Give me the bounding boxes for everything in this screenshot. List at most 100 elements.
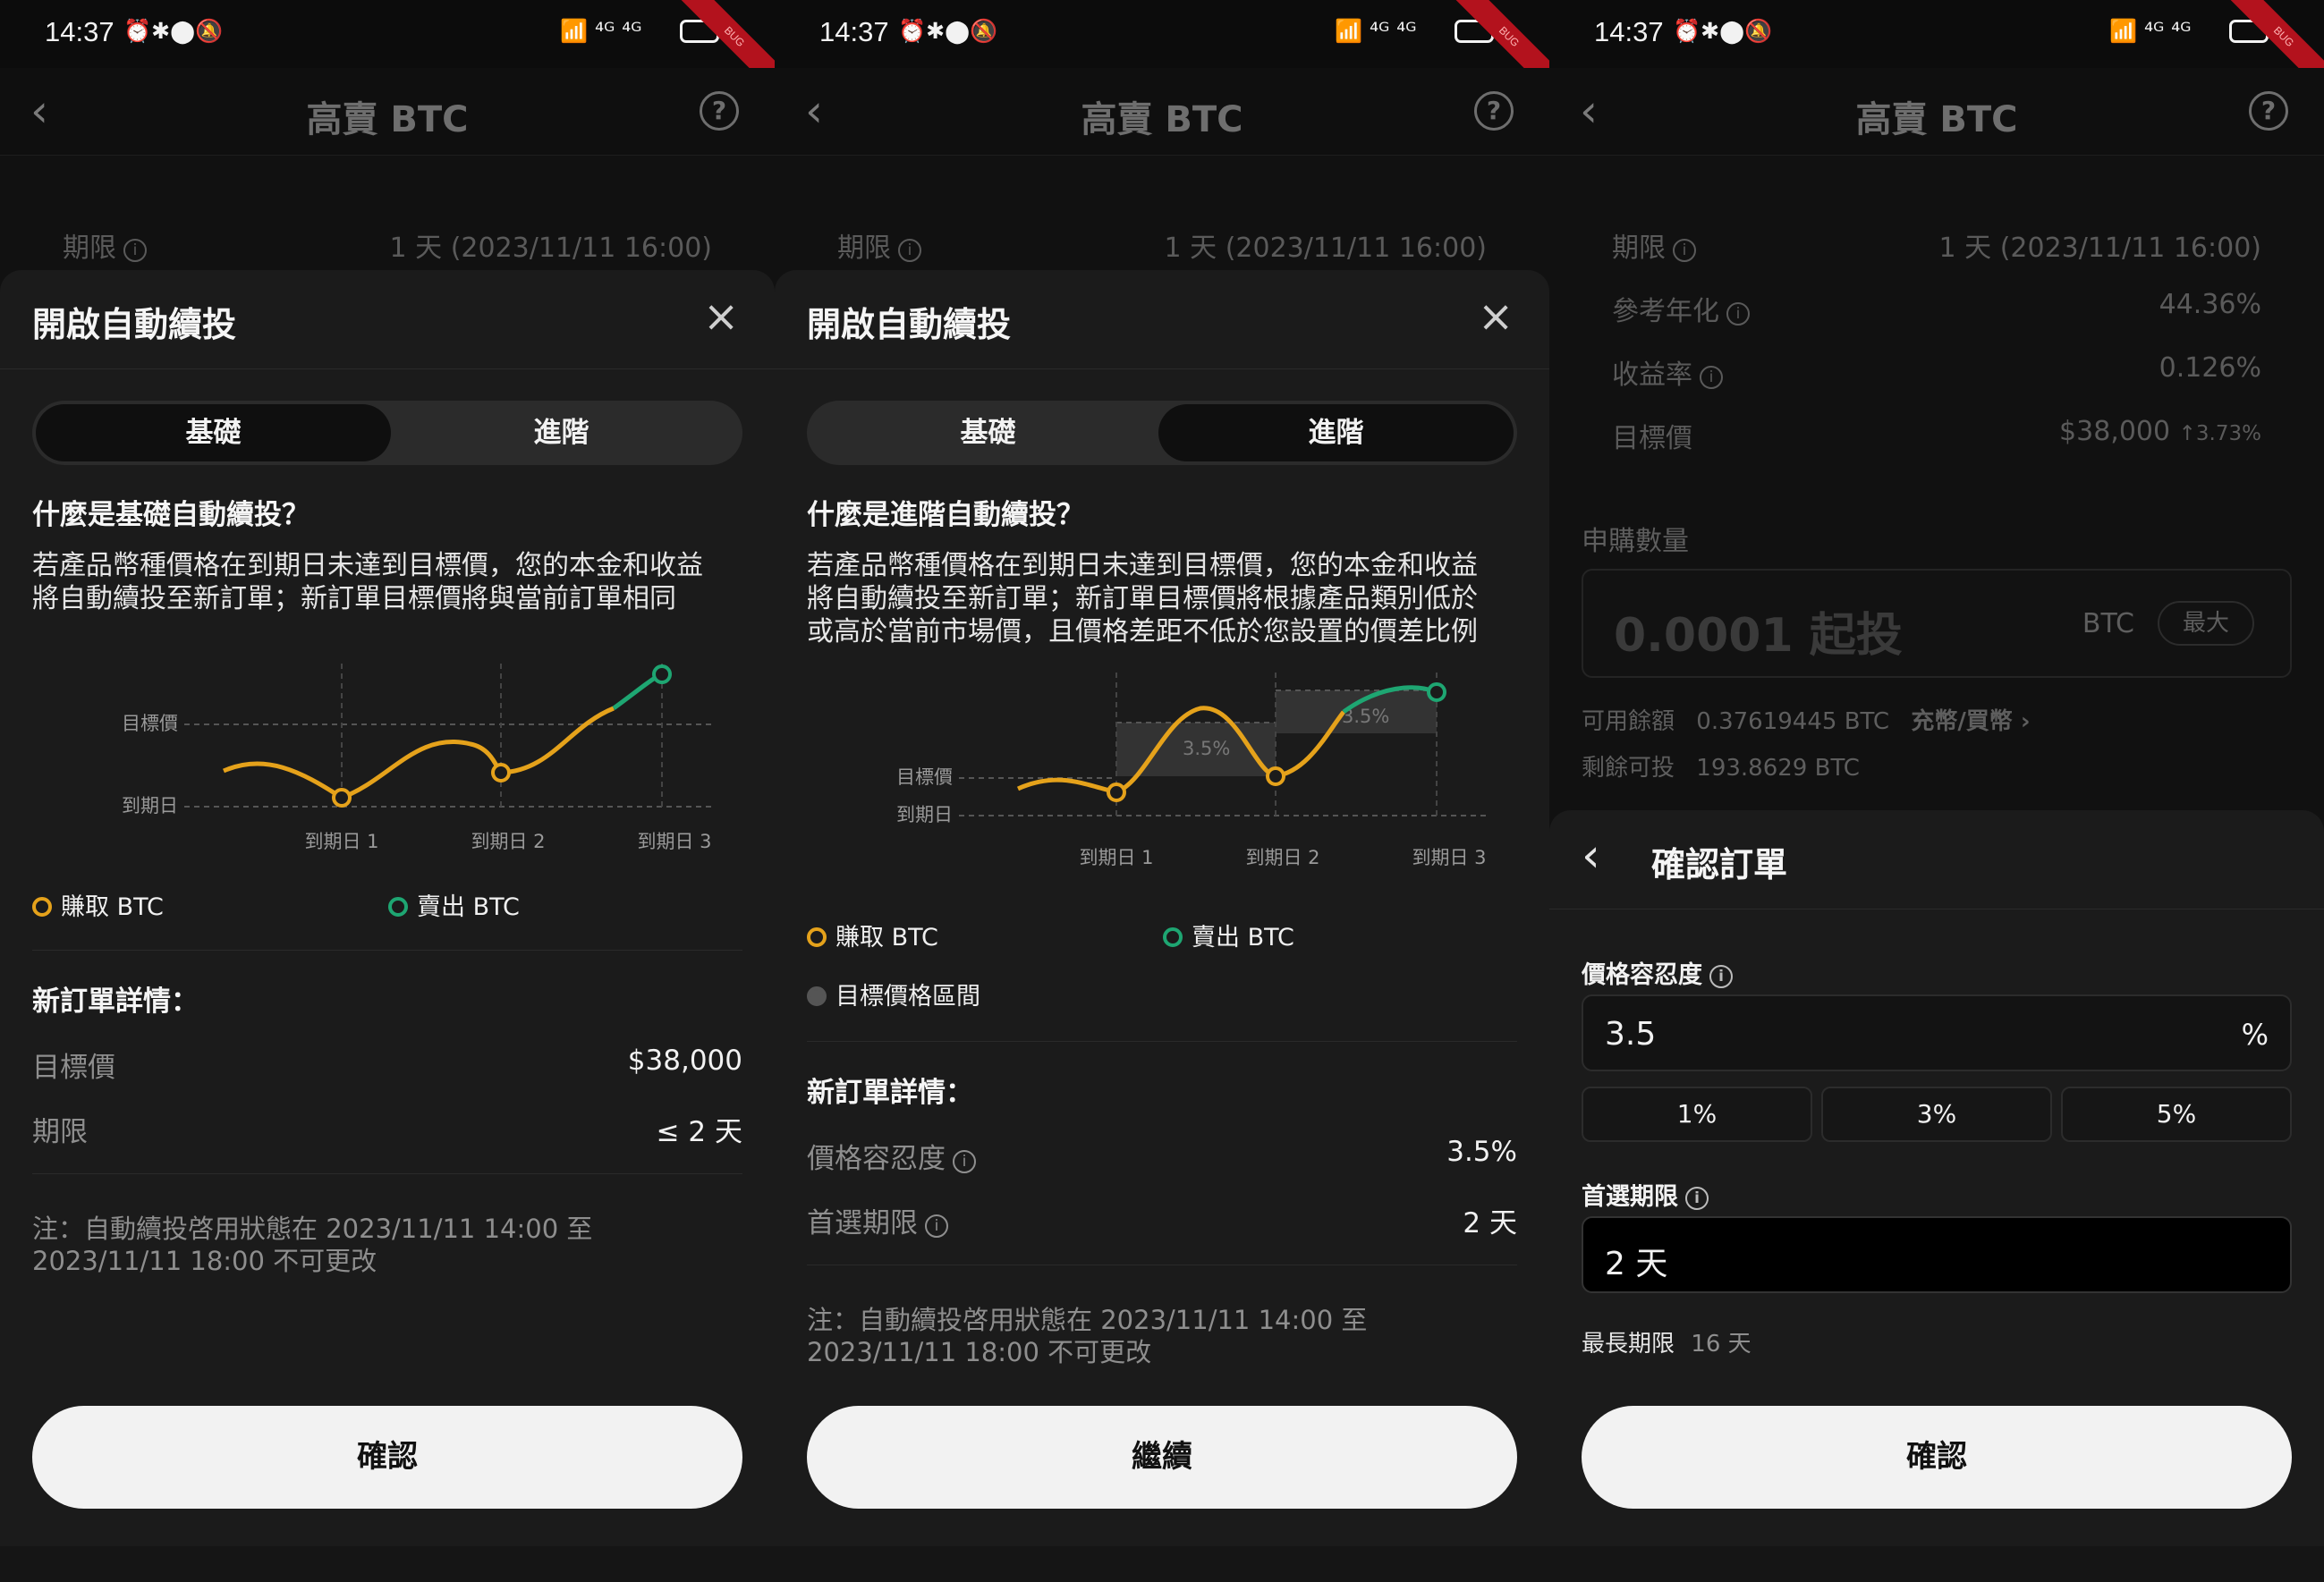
chip-5-percent[interactable]: 5% (2061, 1087, 2292, 1142)
bottom-sheet: 開啟自動續投 × 基礎 進階 什麼是基礎自動續投？ 若產品幣種價格在到期日未達到… (0, 270, 775, 1582)
detail-term-value: ≤ 2 天 (656, 1116, 742, 1148)
info-icon: i (898, 239, 921, 262)
detail-target-row: 目標價 $38,000 (32, 1039, 742, 1084)
sheet-title: 開啟自動續投 (32, 305, 237, 344)
top-bar: ‹ 高賣 BTC ? (775, 68, 1549, 156)
bg-yield-row: 收益率 i 0.126% (1612, 342, 2261, 395)
status-bar: 14:37 ⏰✱⬤🔕 📶 ⁴ᴳ ⁴ᴳ BUG (775, 0, 1549, 99)
earn-point (1107, 783, 1126, 802)
legend-earn: 賺取 BTC (32, 887, 164, 922)
explain-line-3: 或高於當前市場價，且價格差距不低於您設置的價差比例 (807, 616, 1478, 647)
close-icon[interactable]: × (1478, 295, 1514, 338)
confirm-button[interactable]: 確認 (32, 1406, 742, 1509)
status-left-icons: ⏰✱⬤🔕 (123, 18, 224, 44)
nav-gesture-bar (1549, 1546, 2324, 1582)
legend-sell: 賣出 BTC (388, 887, 520, 922)
earn-dot-icon (32, 897, 52, 917)
divider (775, 368, 1549, 369)
bg-amount-placeholder: 0.0001 起投 (1614, 609, 1903, 663)
info-icon[interactable]: i (925, 1214, 948, 1238)
note-text: 注：自動續投啓用狀態在 2023/11/11 14:00 至 2023/11/1… (807, 1304, 1517, 1368)
sell-dot-icon (1163, 927, 1183, 947)
chip-3-percent[interactable]: 3% (1821, 1087, 2052, 1142)
details-heading: 新訂單詳情： (807, 1077, 973, 1109)
divider (32, 950, 742, 951)
detail-term-label: 期限 (32, 1116, 88, 1148)
continue-button[interactable]: 繼續 (807, 1406, 1517, 1509)
status-signal-icons: 📶 ⁴ᴳ ⁴ᴳ (2109, 18, 2192, 44)
bg-apr-row: 參考年化 i 44.36% (1612, 278, 2261, 332)
bg-term-label: 期限 (63, 233, 116, 264)
divider (0, 368, 775, 369)
sell-dot-icon (388, 897, 408, 917)
help-icon[interactable]: ? (700, 91, 739, 131)
tolerance-input[interactable]: 3.5 % (1582, 994, 2292, 1071)
earn-dot-icon (807, 927, 827, 947)
tolerance-value: 3.5 (1605, 1016, 1657, 1053)
screen-confirm-order: 14:37 ⏰✱⬤🔕 📶 ⁴ᴳ ⁴ᴳ BUG ‹ 高賣 BTC ? 期限 i 1 … (1549, 0, 2324, 1582)
screen-advanced-auto-reinvest: 14:37 ⏰✱⬤🔕 📶 ⁴ᴳ ⁴ᴳ BUG ‹ 高賣 BTC ? 期限 i 1 … (775, 0, 1549, 1582)
info-icon[interactable]: i (1685, 1187, 1709, 1210)
top-bar: ‹ 高賣 BTC ? (0, 68, 775, 156)
explain-line-2: 將自動續投至新訂單；新訂單目標價將與當前訂單相同 (32, 583, 676, 614)
status-time: 14:37 (1594, 16, 1664, 47)
y-label-target: 目標價 (122, 713, 178, 734)
explain-heading: 什麼是基礎自動續投？ (32, 499, 310, 531)
bg-amount-unit: BTC (2082, 608, 2134, 639)
tab-basic[interactable]: 基礎 (810, 404, 1166, 461)
advanced-reinvest-chart: 3.5% 3.5% 目標價 到期日 到期日 1 到期日 2 到期日 3 (896, 673, 1487, 868)
note-line-1: 注：自動續投啓用狀態在 2023/11/11 14:00 至 (32, 1214, 593, 1244)
tab-basic[interactable]: 基礎 (36, 404, 391, 461)
help-icon[interactable]: ? (2249, 91, 2288, 131)
bg-available-row: 可用餘額 0.37619445 BTC 充幣/買幣 › (1582, 703, 2031, 736)
max-term-row: 最長期限 16 天 (1582, 1325, 1751, 1358)
bg-term-label: 期限 (1612, 233, 1666, 264)
bg-target-label: 目標價 (1612, 423, 1692, 454)
bg-remaining-row: 剩餘可投 193.8629 BTC (1582, 749, 1860, 783)
bg-target-value: $38,000 (2059, 416, 2171, 447)
earn-point (1266, 766, 1285, 786)
info-icon: i (1726, 302, 1750, 326)
chip-1-percent[interactable]: 1% (1582, 1087, 1812, 1142)
status-signal-icons: 📶 ⁴ᴳ ⁴ᴳ (560, 18, 642, 44)
y-label-expiry: 到期日 (896, 804, 953, 825)
legend-zone-label: 目標價格區間 (835, 983, 980, 1011)
x-label: 到期日 2 (1245, 847, 1319, 868)
pref-term-input[interactable]: 2 天 (1582, 1216, 2292, 1293)
bg-subscribe-label: 申購數量 (1582, 526, 1689, 557)
sheet-back-icon[interactable]: ‹ (1582, 833, 1600, 879)
y-label-target: 目標價 (896, 766, 953, 788)
status-bar: 14:37 ⏰✱⬤🔕 📶 ⁴ᴳ ⁴ᴳ BUG (0, 0, 775, 99)
bg-remaining-label: 剩餘可投 (1582, 755, 1675, 782)
detail-term-row: 期限 ≤ 2 天 (32, 1104, 742, 1148)
legend-sell: 賣出 BTC (1163, 918, 1294, 952)
bg-term-row: 期限 i 1 天 (2023/11/11 16:00) (1612, 215, 2261, 268)
x-label: 到期日 1 (304, 831, 378, 852)
detail-target-label: 目標價 (32, 1052, 115, 1084)
earn-curve (223, 706, 615, 800)
screen-basic-auto-reinvest: 14:37 ⏰✱⬤🔕 📶 ⁴ᴳ ⁴ᴳ BUG ‹ 高賣 BTC ? 期限 i 1 … (0, 0, 775, 1582)
info-icon[interactable]: i (1709, 965, 1733, 988)
sheet-title: 確認訂單 (1651, 845, 1788, 884)
bg-term-value: 1 天 (2023/11/11 16:00) (1164, 233, 1487, 264)
status-signal-icons: 📶 ⁴ᴳ ⁴ᴳ (1335, 18, 1417, 44)
earn-point (491, 763, 511, 783)
info-icon[interactable]: i (953, 1150, 976, 1173)
bg-term-value: 1 天 (2023/11/11 16:00) (389, 233, 712, 264)
close-icon[interactable]: × (703, 295, 739, 338)
tab-advanced[interactable]: 進階 (1158, 404, 1514, 461)
bg-available-value: 0.37619445 BTC (1696, 708, 1890, 735)
bg-yield-value: 0.126% (2159, 352, 2261, 384)
mode-toggle: 基礎 進階 (807, 401, 1517, 465)
bg-apr-value: 44.36% (2159, 289, 2261, 320)
help-icon[interactable]: ? (1474, 91, 1514, 131)
explain-heading: 什麼是進階自動續投？ (807, 499, 1084, 531)
confirm-button[interactable]: 確認 (1582, 1406, 2292, 1509)
tab-advanced[interactable]: 進階 (384, 404, 739, 461)
explain-line-2: 將自動續投至新訂單；新訂單目標價將根據產品類別低於 (807, 583, 1478, 614)
legend-earn: 賺取 BTC (807, 918, 938, 952)
earn-point (332, 788, 352, 808)
sell-point (1427, 682, 1446, 702)
legend-zone: 目標價格區間 (807, 977, 980, 1011)
legend-earn-label: 賺取 BTC (835, 924, 938, 952)
